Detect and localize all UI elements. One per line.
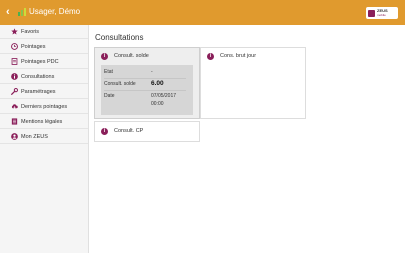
brand-sub: mobile — [377, 13, 386, 17]
sidebar-nav: Favoris Pointages Pointages PDC Consulta… — [0, 25, 89, 253]
tile-title: Consult. CP — [114, 128, 144, 134]
sidebar-item-label: Pointages — [21, 43, 46, 50]
sidebar-item-consultations[interactable]: Consultations — [0, 70, 88, 84]
sidebar-item-label: Favoris — [21, 28, 40, 35]
user-icon — [11, 133, 18, 140]
user-name-title: Usager, Démo — [29, 7, 81, 16]
sidebar-item-derniers-pointages[interactable]: Derniers pointages — [0, 100, 88, 114]
clock-icon — [11, 43, 18, 50]
document-icon — [11, 58, 18, 65]
divider — [104, 78, 186, 79]
date-label: Date — [104, 93, 115, 99]
cloud-download-icon — [11, 104, 18, 109]
sidebar-item-label: Pointages PDC — [21, 58, 59, 65]
back-arrow-icon[interactable]: ‹ — [6, 6, 16, 18]
sidebar-item-favoris[interactable]: Favoris — [0, 25, 88, 39]
top-bar: ‹ Usager, Démo ZEUS mobile — [0, 0, 405, 25]
sidebar-item-mon-zeus[interactable]: Mon ZEUS — [0, 130, 88, 144]
sidebar-item-label: Consultations — [21, 73, 55, 80]
sidebar-item-pointages-pdc[interactable]: Pointages PDC — [0, 55, 88, 69]
info-icon — [11, 73, 18, 80]
info-icon: i — [207, 53, 214, 60]
app-logo-icon — [18, 8, 26, 16]
wrench-icon — [11, 88, 18, 95]
sidebar-item-parametrages[interactable]: Paramétrages — [0, 85, 88, 99]
time-value: 00:00 — [151, 101, 164, 107]
date-value: 07/05/2017 — [151, 93, 177, 99]
sidebar-item-label: Mentions légales — [21, 118, 63, 125]
etat-value: - — [151, 69, 153, 75]
sidebar-item-mentions-legales[interactable]: Mentions légales — [0, 115, 88, 129]
sidebar-item-label: Mon ZEUS — [21, 133, 48, 140]
zeus-mark-icon — [368, 9, 375, 17]
info-icon: i — [101, 128, 108, 135]
sidebar-item-label: Derniers pointages — [21, 103, 68, 110]
solde-label: Consult. solde — [104, 81, 136, 87]
tile-title: Consult. solde — [114, 53, 149, 59]
tile-consult-solde[interactable]: i Consult. solde Etat - Consult. solde 6… — [94, 47, 200, 119]
tile-title: Cons. brut jour — [220, 53, 257, 59]
zeus-brand-logo: ZEUS mobile — [366, 7, 398, 19]
solde-details-panel: Etat - Consult. solde 6.00 Date 07/05/20… — [101, 65, 193, 115]
app-window: ‹ Usager, Démo ZEUS mobile Favoris Point… — [0, 0, 405, 253]
page-icon — [11, 118, 18, 125]
page-title: Consultations — [95, 33, 144, 42]
etat-label: Etat — [104, 69, 113, 75]
solde-value: 6.00 — [151, 80, 164, 87]
star-icon — [11, 28, 18, 35]
sidebar-item-label: Paramétrages — [21, 88, 56, 95]
divider — [104, 90, 186, 91]
info-icon: i — [101, 53, 108, 60]
tile-cons-brut-jour[interactable]: i Cons. brut jour — [200, 47, 306, 119]
sidebar-item-pointages[interactable]: Pointages — [0, 40, 88, 54]
tile-consult-cp[interactable]: i Consult. CP — [94, 121, 200, 142]
